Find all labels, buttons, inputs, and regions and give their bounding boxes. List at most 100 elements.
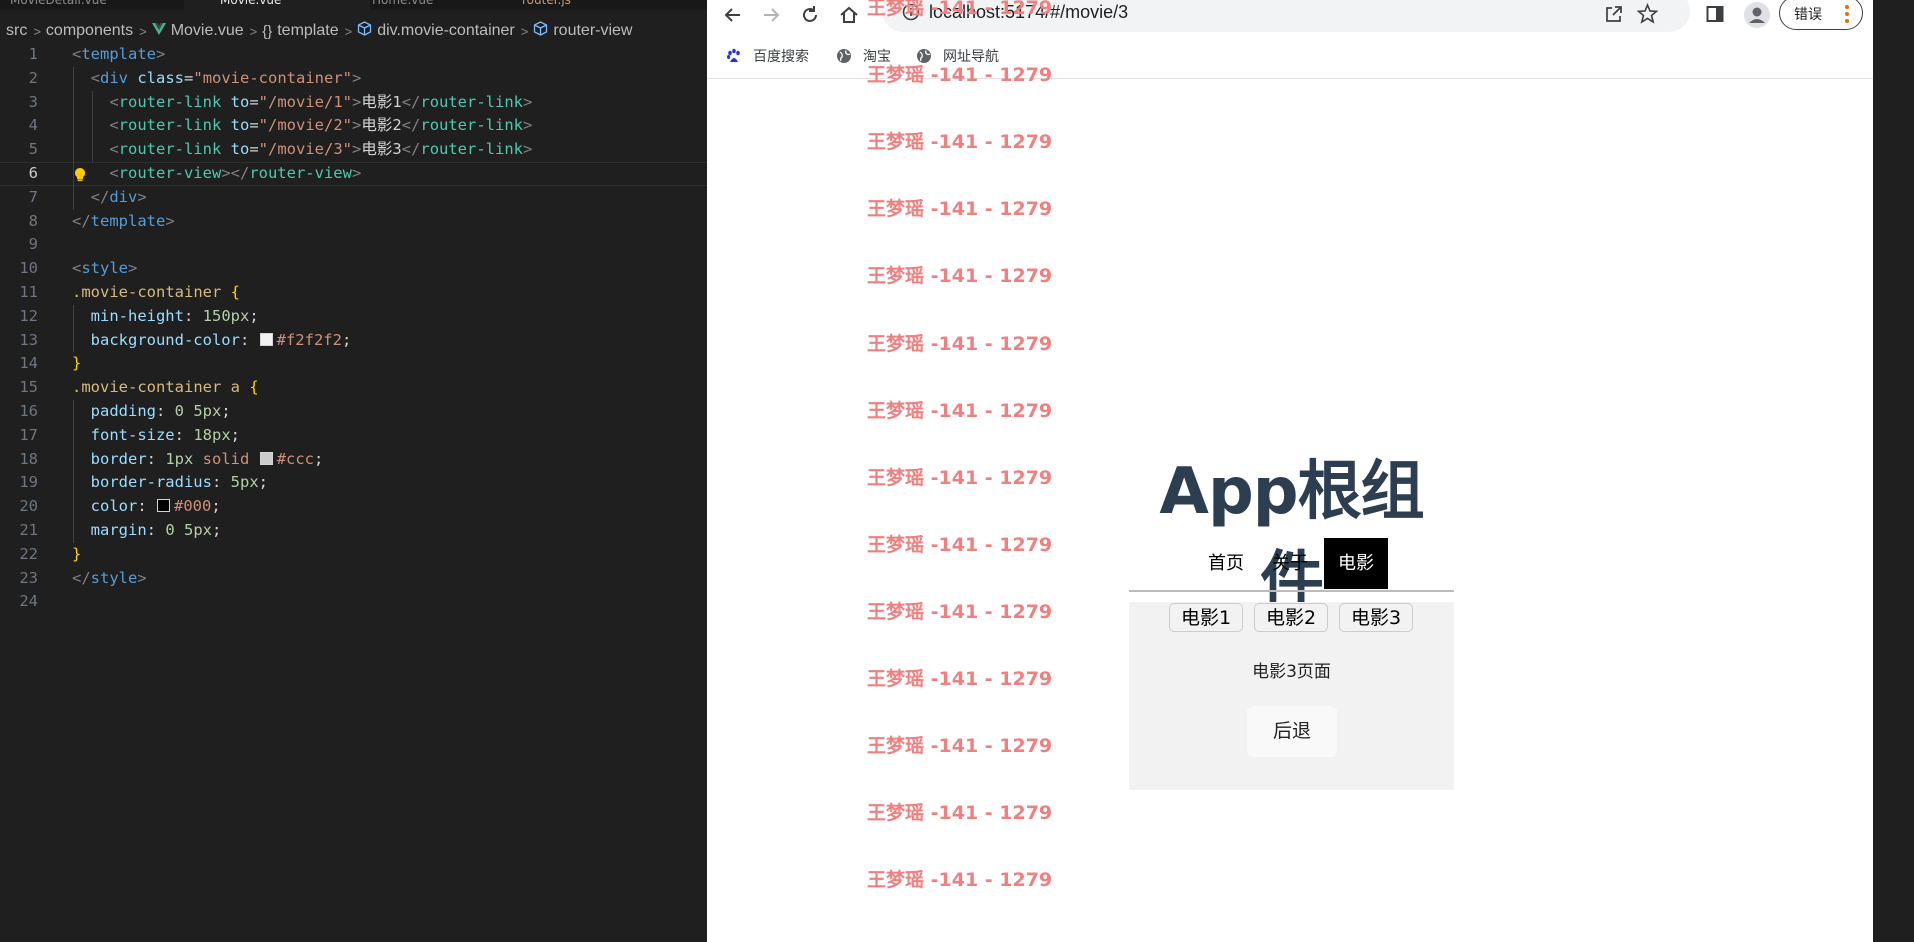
side-panel-icon[interactable] bbox=[1705, 4, 1727, 26]
code-token: router-view bbox=[249, 164, 352, 182]
movie-page-text: 电影3页面 bbox=[1252, 662, 1331, 682]
code-line[interactable]: 2 <div class="movie-container"> bbox=[0, 66, 707, 91]
code-line[interactable]: 1 <template> bbox=[0, 43, 707, 67]
line-number: 2 bbox=[28, 68, 38, 87]
back-arrow-icon[interactable] bbox=[722, 4, 748, 26]
code-line[interactable]: 23 </style> bbox=[0, 567, 707, 591]
code-token: style bbox=[90, 568, 138, 587]
code-text: <div class="movie-container"> bbox=[91, 67, 362, 91]
star-icon[interactable] bbox=[1636, 2, 1659, 25]
nav-link-home[interactable]: 首页 bbox=[1199, 538, 1253, 589]
code-line[interactable]: 16 padding: 0 5px; bbox=[0, 400, 707, 424]
nav-link-movie[interactable]: 电影 bbox=[1324, 538, 1388, 589]
home-icon[interactable] bbox=[838, 4, 864, 26]
indent-guide bbox=[73, 495, 74, 519]
code-line[interactable]: 21 margin: 0 5px; bbox=[0, 519, 707, 543]
movie-link-3[interactable]: 电影3 bbox=[1339, 603, 1413, 632]
braces-icon: {} bbox=[262, 22, 273, 40]
chevron-right-icon: > bbox=[344, 23, 353, 39]
line-number: 17 bbox=[19, 425, 38, 444]
lightbulb-icon[interactable] bbox=[73, 166, 87, 181]
code-text: <template> bbox=[72, 43, 165, 67]
kebab-menu-icon bbox=[1845, 5, 1849, 23]
reload-icon[interactable] bbox=[799, 4, 825, 26]
code-token: template bbox=[81, 45, 156, 63]
code-line[interactable]: 7 </div> bbox=[0, 185, 707, 210]
cube-icon bbox=[357, 21, 372, 41]
code-token: .movie-container bbox=[72, 283, 222, 301]
indent-guide bbox=[91, 90, 93, 115]
code-line[interactable]: 20 color: #000; bbox=[0, 495, 707, 519]
code-line[interactable]: 18 border: 1px solid #ccc; bbox=[0, 447, 707, 472]
code-line[interactable]: 19 border-radius: 5px; bbox=[0, 471, 707, 496]
code-line[interactable]: 4 <router-link to="/movie/2">电影2</router-… bbox=[0, 114, 707, 139]
code-line[interactable]: 10 <style> bbox=[0, 257, 707, 281]
code-line[interactable]: 15 .movie-container a { bbox=[0, 376, 707, 400]
profile-icon[interactable] bbox=[1743, 1, 1771, 29]
indent-guide bbox=[73, 447, 74, 472]
code-line[interactable]: 3 <router-link to="/movie/1">电影1</router-… bbox=[0, 90, 707, 115]
code-token: template bbox=[90, 211, 166, 230]
code-token: #f2f2f2 bbox=[276, 330, 342, 349]
code-token: = bbox=[249, 116, 259, 135]
movie-link-2[interactable]: 电影2 bbox=[1254, 603, 1328, 632]
color-swatch[interactable] bbox=[259, 332, 273, 346]
code-editor: MovieDetail.vue Movie.vue Home.vue route… bbox=[0, 0, 707, 942]
code-token: router-link bbox=[420, 140, 524, 159]
code-token: : bbox=[137, 497, 156, 516]
back-button[interactable]: 后退 bbox=[1247, 706, 1337, 757]
code-token: to bbox=[230, 92, 250, 111]
bookmark-item[interactable]: 百度搜索 bbox=[726, 46, 809, 66]
color-swatch[interactable] bbox=[259, 451, 273, 465]
code-token: 1px bbox=[165, 449, 194, 468]
breadcrumb-item[interactable]: Movie.vue bbox=[171, 22, 244, 40]
watermark-text: 王梦瑶 -141 - 1279 bbox=[867, 198, 1053, 221]
code-token: color bbox=[90, 497, 138, 516]
code-line[interactable]: 17 font-size: 18px; bbox=[0, 423, 707, 448]
code-token: background-color bbox=[90, 330, 240, 349]
code-line[interactable]: 6 <router-view></router-view> bbox=[0, 162, 707, 186]
breadcrumb-item[interactable]: src bbox=[6, 22, 27, 40]
code-line[interactable]: 13 background-color: #f2f2f2; bbox=[0, 328, 707, 353]
code-text: border-radius: 5px; bbox=[91, 471, 268, 495]
code-line[interactable]: 8 </template> bbox=[0, 210, 707, 234]
app-title: App根组件 bbox=[1159, 455, 1424, 619]
breadcrumb-item[interactable]: router-view bbox=[553, 22, 632, 40]
code-token: ; bbox=[341, 330, 352, 349]
editor-tab[interactable]: MovieDetail.vue bbox=[10, 0, 160, 10]
code-line[interactable]: 5 <router-link to="/movie/3">电影3</router-… bbox=[0, 138, 707, 162]
color-swatch[interactable] bbox=[157, 499, 170, 513]
share-icon[interactable] bbox=[1604, 4, 1626, 26]
breadcrumb-item[interactable]: div.movie-container bbox=[377, 22, 515, 40]
indent-guide bbox=[91, 138, 93, 162]
error-button[interactable]: 错误 bbox=[1779, 0, 1863, 30]
watermark-text: 王梦瑶 -141 - 1279 bbox=[867, 399, 1053, 422]
code-line[interactable]: 12 min-height: 150px; bbox=[0, 304, 707, 329]
indent-guide bbox=[73, 400, 74, 424]
code-token: ></ bbox=[221, 164, 250, 182]
code-token: > bbox=[523, 140, 533, 159]
code-token: } bbox=[72, 544, 82, 563]
code-line[interactable]: 9 bbox=[0, 233, 707, 257]
code-token: to bbox=[230, 116, 250, 135]
code-line[interactable]: 24 bbox=[0, 590, 707, 614]
breadcrumb-item[interactable]: template bbox=[277, 22, 338, 40]
forward-arrow-icon[interactable] bbox=[760, 4, 786, 26]
editor-tab[interactable]: Home.vue bbox=[350, 0, 492, 10]
code-token: router-view bbox=[118, 164, 222, 182]
nav-link-about[interactable]: 关于 bbox=[1263, 538, 1317, 589]
movie-link-1[interactable]: 电影1 bbox=[1169, 603, 1243, 632]
code-line[interactable]: 11 .movie-container { bbox=[0, 281, 707, 305]
code-token: padding bbox=[90, 402, 156, 420]
watermark-text: 王梦瑶 -141 - 1279 bbox=[867, 802, 1053, 825]
code-line[interactable]: 14} bbox=[0, 352, 707, 376]
line-number: 10 bbox=[19, 259, 38, 278]
code-line[interactable]: 22} bbox=[0, 543, 707, 567]
editor-tab[interactable]: router.js bbox=[484, 0, 642, 10]
breadcrumb-item[interactable]: components bbox=[46, 22, 133, 40]
code-token: ; bbox=[314, 449, 324, 468]
editor-tab-active[interactable]: Movie.vue bbox=[184, 0, 370, 10]
